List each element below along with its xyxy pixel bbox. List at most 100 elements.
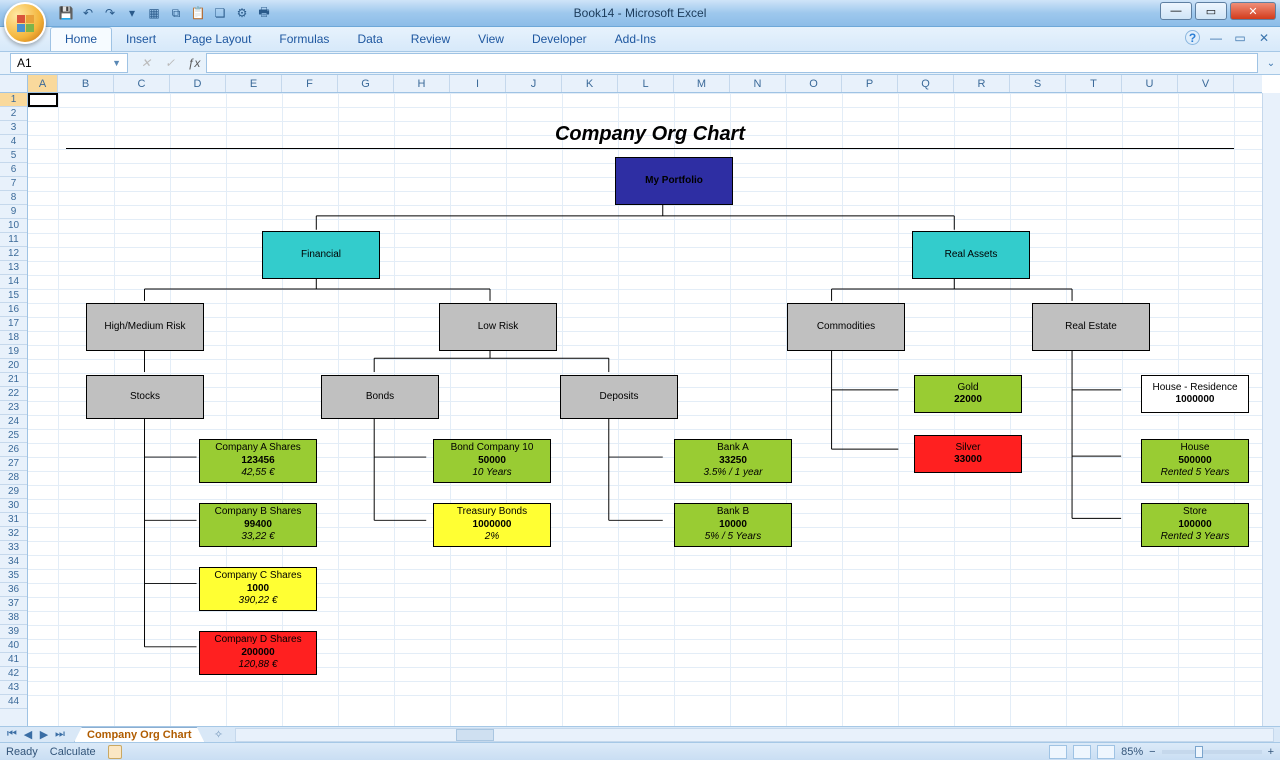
row-header[interactable]: 9 bbox=[0, 205, 27, 219]
row-header[interactable]: 8 bbox=[0, 191, 27, 205]
col-header[interactable]: N bbox=[730, 75, 786, 92]
vertical-scrollbar[interactable] bbox=[1262, 93, 1280, 726]
minimize-button[interactable]: — bbox=[1160, 2, 1192, 20]
row-header[interactable]: 14 bbox=[0, 275, 27, 289]
expand-formula-bar-icon[interactable]: ⌄ bbox=[1262, 58, 1280, 69]
col-header[interactable]: T bbox=[1066, 75, 1122, 92]
row-header[interactable]: 29 bbox=[0, 485, 27, 499]
zoom-slider[interactable] bbox=[1162, 750, 1262, 754]
col-header[interactable]: E bbox=[226, 75, 282, 92]
select-all-corner[interactable] bbox=[0, 75, 28, 93]
tab-add-ins[interactable]: Add-Ins bbox=[601, 28, 670, 51]
row-header[interactable]: 5 bbox=[0, 149, 27, 163]
zoom-out-icon[interactable]: − bbox=[1149, 746, 1155, 758]
doc-close-icon[interactable]: ✕ bbox=[1256, 30, 1272, 46]
active-cell[interactable] bbox=[28, 93, 58, 107]
view-page-layout-icon[interactable] bbox=[1073, 745, 1091, 759]
row-header[interactable]: 24 bbox=[0, 415, 27, 429]
col-header[interactable]: C bbox=[114, 75, 170, 92]
tab-insert[interactable]: Insert bbox=[112, 28, 170, 51]
row-header[interactable]: 19 bbox=[0, 345, 27, 359]
ribbon-minimize-icon[interactable]: — bbox=[1208, 30, 1224, 46]
scroll-thumb[interactable] bbox=[456, 729, 494, 741]
chevron-down-icon[interactable]: ▼ bbox=[112, 58, 121, 68]
tab-first-icon[interactable]: ⏮ bbox=[4, 728, 20, 741]
new-sheet-icon[interactable]: ✧ bbox=[209, 728, 229, 741]
tab-prev-icon[interactable]: ◀ bbox=[20, 728, 36, 741]
row-header[interactable]: 44 bbox=[0, 695, 27, 709]
col-header[interactable]: G bbox=[338, 75, 394, 92]
macro-record-icon[interactable] bbox=[108, 745, 122, 759]
node-company-a[interactable]: Company A Shares 123456 42,55 € bbox=[199, 439, 317, 483]
calc-icon[interactable]: ⚙ bbox=[232, 3, 252, 23]
paste-icon[interactable]: 📋 bbox=[188, 3, 208, 23]
redo-icon[interactable]: ↷ bbox=[100, 3, 120, 23]
undo-icon[interactable]: ↶ bbox=[78, 3, 98, 23]
col-header[interactable]: D bbox=[170, 75, 226, 92]
node-silver[interactable]: Silver 33000 bbox=[914, 435, 1022, 473]
print-icon[interactable]: 🖶 bbox=[254, 3, 274, 23]
row-header[interactable]: 18 bbox=[0, 331, 27, 345]
row-header[interactable]: 25 bbox=[0, 429, 27, 443]
row-header[interactable]: 37 bbox=[0, 597, 27, 611]
row-header[interactable]: 10 bbox=[0, 219, 27, 233]
row-header[interactable]: 22 bbox=[0, 387, 27, 401]
node-bonds[interactable]: Bonds bbox=[321, 375, 439, 419]
node-root[interactable]: My Portfolio bbox=[615, 157, 733, 205]
row-header[interactable]: 16 bbox=[0, 303, 27, 317]
col-header[interactable]: M bbox=[674, 75, 730, 92]
row-header[interactable]: 27 bbox=[0, 457, 27, 471]
col-header[interactable]: Q bbox=[898, 75, 954, 92]
node-company-c[interactable]: Company C Shares 1000 390,22 € bbox=[199, 567, 317, 611]
node-house-residence[interactable]: House - Residence 1000000 bbox=[1141, 375, 1249, 413]
zoom-in-icon[interactable]: + bbox=[1268, 746, 1274, 758]
grid[interactable]: Company Org Chart bbox=[28, 93, 1262, 726]
node-real-estate[interactable]: Real Estate bbox=[1032, 303, 1150, 351]
row-header[interactable]: 41 bbox=[0, 653, 27, 667]
node-bank-a[interactable]: Bank A 33250 3.5% / 1 year bbox=[674, 439, 792, 483]
row-header[interactable]: 26 bbox=[0, 443, 27, 457]
row-header[interactable]: 32 bbox=[0, 527, 27, 541]
row-header[interactable]: 2 bbox=[0, 107, 27, 121]
col-header[interactable]: L bbox=[618, 75, 674, 92]
worksheet-area[interactable]: ABCDEFGHIJKLMNOPQRSTUV 12345678910111213… bbox=[0, 75, 1280, 726]
save-icon[interactable]: 💾 bbox=[56, 3, 76, 23]
row-header[interactable]: 15 bbox=[0, 289, 27, 303]
col-header[interactable]: U bbox=[1122, 75, 1178, 92]
row-header[interactable]: 7 bbox=[0, 177, 27, 191]
row-header[interactable]: 35 bbox=[0, 569, 27, 583]
node-gold[interactable]: Gold 22000 bbox=[914, 375, 1022, 413]
close-button[interactable]: ✕ bbox=[1230, 2, 1276, 20]
node-house[interactable]: House 500000 Rented 5 Years bbox=[1141, 439, 1249, 483]
row-header[interactable]: 1 bbox=[0, 93, 27, 107]
node-stocks[interactable]: Stocks bbox=[86, 375, 204, 419]
zoom-level[interactable]: 85% bbox=[1121, 746, 1143, 758]
tab-developer[interactable]: Developer bbox=[518, 28, 601, 51]
col-header[interactable]: A bbox=[28, 75, 58, 92]
table-icon[interactable]: ▦ bbox=[144, 3, 164, 23]
view-normal-icon[interactable] bbox=[1049, 745, 1067, 759]
qat-dropdown-icon[interactable]: ▾ bbox=[122, 3, 142, 23]
tab-next-icon[interactable]: ▶ bbox=[36, 728, 52, 741]
tab-formulas[interactable]: Formulas bbox=[265, 28, 343, 51]
tab-home[interactable]: Home bbox=[50, 27, 112, 51]
row-header[interactable]: 43 bbox=[0, 681, 27, 695]
help-icon[interactable]: ? bbox=[1185, 30, 1200, 45]
row-header[interactable]: 38 bbox=[0, 611, 27, 625]
tab-review[interactable]: Review bbox=[397, 28, 464, 51]
col-header[interactable]: K bbox=[562, 75, 618, 92]
row-header[interactable]: 23 bbox=[0, 401, 27, 415]
maximize-button[interactable]: ▭ bbox=[1195, 2, 1227, 20]
row-header[interactable]: 3 bbox=[0, 121, 27, 135]
horizontal-scrollbar[interactable] bbox=[235, 728, 1274, 742]
col-header[interactable]: O bbox=[786, 75, 842, 92]
row-header[interactable]: 31 bbox=[0, 513, 27, 527]
row-header[interactable]: 21 bbox=[0, 373, 27, 387]
node-store[interactable]: Store 100000 Rented 3 Years bbox=[1141, 503, 1249, 547]
row-header[interactable]: 13 bbox=[0, 261, 27, 275]
row-headers[interactable]: 1234567891011121314151617181920212223242… bbox=[0, 93, 28, 726]
col-header[interactable]: R bbox=[954, 75, 1010, 92]
fx-icon[interactable]: ƒx bbox=[182, 56, 206, 70]
row-header[interactable]: 42 bbox=[0, 667, 27, 681]
col-header[interactable]: V bbox=[1178, 75, 1234, 92]
